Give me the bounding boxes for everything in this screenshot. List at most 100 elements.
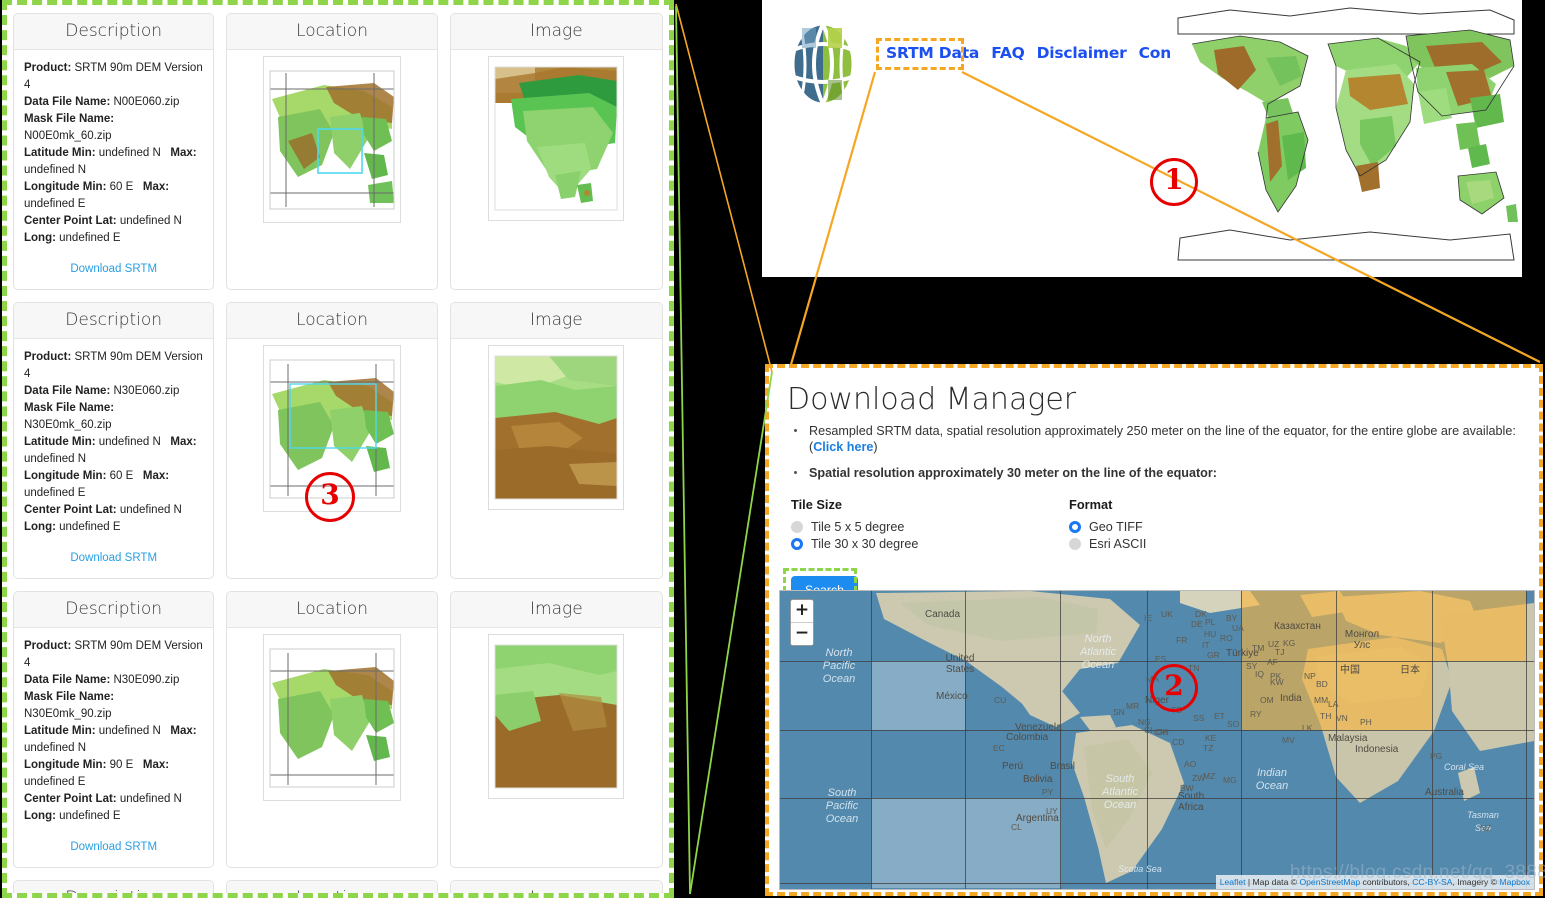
radio-tile-5x5[interactable]: Tile 5 x 5 degree <box>791 520 1069 534</box>
map-grid-line <box>1241 591 1243 889</box>
download-manager-notes: Resampled SRTM data, spatial resolution … <box>787 423 1539 481</box>
card-header-location: Location <box>227 592 437 628</box>
card-header-location: Location <box>227 14 437 50</box>
nav-link-faq[interactable]: FAQ <box>985 42 1030 64</box>
world-dem-map-image <box>1170 0 1522 277</box>
radio-label-tile-30x30: Tile 30 x 30 degree <box>811 537 919 551</box>
label-product: Product: <box>24 62 72 74</box>
map-grid-line <box>871 591 873 889</box>
map-tile-available[interactable] <box>1432 591 1527 662</box>
label-data-file: Data File Name: <box>24 96 111 108</box>
image-card: Image <box>449 591 663 868</box>
card-header-location: Location <box>227 303 437 339</box>
format-title: Format <box>1069 497 1113 512</box>
download-srtm-link[interactable]: Download SRTM <box>24 552 203 564</box>
map-grid-line <box>1335 591 1337 889</box>
connector-panel-top <box>675 3 773 373</box>
image-body <box>451 628 662 803</box>
nav-link-disclaimer[interactable]: Disclaimer <box>1031 42 1133 64</box>
label-data-file: Data File Name: <box>24 385 111 397</box>
label-lon-max: Max: <box>142 759 170 771</box>
download-srtm-link[interactable]: Download SRTM <box>24 263 203 275</box>
note-resampled-text: Resampled SRTM data, spatial resolution … <box>809 424 1516 454</box>
results-grid: Description Product: SRTM 90m DEM Versio… <box>7 5 669 893</box>
mapbox-link[interactable]: Mapbox <box>1499 877 1530 887</box>
map-grid-line <box>780 798 1534 800</box>
description-card: Description Product: SRTM 90m DEM Versio… <box>13 13 215 290</box>
value-mask-file: N30E0mk_90.zip <box>24 708 112 720</box>
label-lon-min: Longitude Min: <box>24 470 107 482</box>
card-header-image: Image <box>450 303 662 339</box>
label-center-lat: Center Point Lat: <box>24 793 117 805</box>
description-card: Description Product: SRTM 90m DEM Versio… <box>13 591 215 868</box>
radio-icon-tile-5x5[interactable] <box>791 521 803 533</box>
label-center-long: Long: <box>24 810 56 822</box>
screenshot-stage: Description Product: SRTM 90m DEM Versio… <box>0 0 1545 898</box>
radio-geo-tiff[interactable]: Geo TIFF <box>1069 520 1347 534</box>
image-body <box>451 50 662 225</box>
label-mask-file: Mask File Name: <box>24 113 115 125</box>
annotation-marker-2: 2 <box>1150 664 1198 712</box>
radio-icon-geo-tiff[interactable] <box>1069 521 1081 533</box>
label-center-long: Long: <box>24 232 56 244</box>
map-tile-selected[interactable] <box>871 661 966 730</box>
click-here-link[interactable]: Click here <box>813 440 873 454</box>
license-link[interactable]: CC-BY-SA <box>1412 877 1452 887</box>
label-lat-min: Latitude Min: <box>24 147 96 159</box>
radio-icon-tile-30x30[interactable] <box>791 538 803 550</box>
value-lat-min: undefined N <box>98 725 161 737</box>
nav-link-srtm-data[interactable]: SRTM Data <box>880 42 985 64</box>
value-lon-max: undefined E <box>24 487 86 499</box>
card-header-description: Description <box>14 592 214 628</box>
download-options: Tile Size Tile 5 x 5 degree Tile 30 x 30… <box>791 497 1539 554</box>
dem-preview-icon <box>488 345 625 510</box>
map-grid-line <box>780 661 1534 663</box>
note-resampled-tail: ) <box>873 440 878 454</box>
tile-size-group: Tile Size Tile 5 x 5 degree Tile 30 x 30… <box>791 497 1069 554</box>
label-lat-min: Latitude Min: <box>24 436 96 448</box>
radio-icon-esri-ascii[interactable] <box>1069 538 1081 550</box>
value-lat-min: undefined N <box>98 147 161 159</box>
value-lon-max: undefined E <box>24 776 86 788</box>
label-center-lat: Center Point Lat: <box>24 215 117 227</box>
label-lon-max: Max: <box>142 470 170 482</box>
attribution-imagery: , Imagery © <box>1452 877 1500 887</box>
location-body <box>227 50 436 227</box>
location-thumbnail-icon <box>263 634 402 801</box>
map-grid-line <box>1147 591 1149 889</box>
connector-panel-green <box>675 5 691 895</box>
label-lon-min: Longitude Min: <box>24 181 107 193</box>
zoom-out-button[interactable]: − <box>791 622 813 645</box>
leaflet-link[interactable]: Leaflet <box>1220 877 1246 887</box>
result-row: Description Product: SRTM 90m DEM Versio… <box>13 302 663 579</box>
result-row: Description Product: SRTM 90m DEM Versio… <box>13 880 663 893</box>
globe-icon <box>790 22 856 106</box>
result-row: Description Product: SRTM 90m DEM Versio… <box>13 591 663 868</box>
label-lat-max: Max: <box>170 147 197 159</box>
radio-tile-30x30[interactable]: Tile 30 x 30 degree <box>791 537 1069 551</box>
description-body: Product: SRTM 90m DEM Version 4 Data Fil… <box>14 628 213 867</box>
leaflet-tile-map[interactable]: North Pacific Ocean South Pacific Ocean Nort… <box>779 590 1535 890</box>
download-manager-panel: Download Manager Resampled SRTM data, sp… <box>765 364 1543 896</box>
card-header-image: Image <box>450 881 662 893</box>
annotation-marker-1: 1 <box>1150 158 1198 206</box>
image-card: Image <box>449 880 663 893</box>
map-zoom-controls[interactable]: + − <box>790 599 814 646</box>
zoom-in-button[interactable]: + <box>791 600 813 622</box>
label-lon-min: Longitude Min: <box>24 759 107 771</box>
radio-esri-ascii[interactable]: Esri ASCII <box>1069 537 1347 551</box>
label-lat-min: Latitude Min: <box>24 725 96 737</box>
openstreetmap-link[interactable]: OpenStreetMap <box>1299 877 1360 887</box>
format-group: Format Geo TIFF Esri ASCII <box>1069 497 1347 554</box>
card-header-location: Location <box>227 881 437 893</box>
note-resampled-data: Resampled SRTM data, spatial resolution … <box>787 423 1539 455</box>
download-srtm-link[interactable]: Download SRTM <box>24 841 203 853</box>
map-grid-line <box>1432 591 1434 889</box>
location-card: Location <box>226 13 438 290</box>
map-grid-line <box>965 591 967 889</box>
location-card: Location <box>226 302 438 579</box>
label-center-long: Long: <box>24 521 56 533</box>
label-center-lat: Center Point Lat: <box>24 504 117 516</box>
card-header-description: Description <box>14 14 214 50</box>
description-text: Product: SRTM 90m DEM Version 4 Data Fil… <box>24 349 203 536</box>
